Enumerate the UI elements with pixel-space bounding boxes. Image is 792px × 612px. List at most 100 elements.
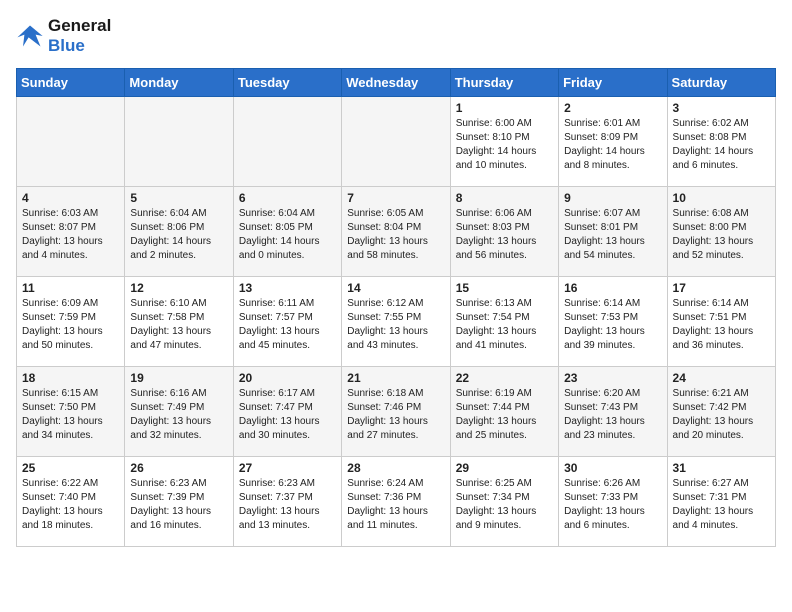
day-info: Sunrise: 6:24 AM Sunset: 7:36 PM Dayligh…	[347, 477, 444, 533]
day-number: 22	[456, 371, 553, 385]
day-info: Sunrise: 6:07 AM Sunset: 8:01 PM Dayligh…	[564, 207, 661, 263]
calendar-cell: 23 Sunrise: 6:20 AM Sunset: 7:43 PM Dayl…	[559, 367, 667, 457]
day-number: 4	[22, 191, 119, 205]
day-info: Sunrise: 6:01 AM Sunset: 8:09 PM Dayligh…	[564, 117, 661, 173]
day-info: Sunrise: 6:25 AM Sunset: 7:34 PM Dayligh…	[456, 477, 553, 533]
calendar-cell: 11 Sunrise: 6:09 AM Sunset: 7:59 PM Dayl…	[17, 277, 125, 367]
calendar-week-row: 25 Sunrise: 6:22 AM Sunset: 7:40 PM Dayl…	[17, 457, 776, 547]
page-header: General Blue	[16, 16, 776, 56]
day-number: 7	[347, 191, 444, 205]
weekday-header-thursday: Thursday	[450, 69, 558, 97]
day-number: 14	[347, 281, 444, 295]
calendar-cell	[342, 97, 450, 187]
day-info: Sunrise: 6:18 AM Sunset: 7:46 PM Dayligh…	[347, 387, 444, 443]
calendar-cell: 22 Sunrise: 6:19 AM Sunset: 7:44 PM Dayl…	[450, 367, 558, 457]
day-info: Sunrise: 6:14 AM Sunset: 7:51 PM Dayligh…	[673, 297, 770, 353]
day-info: Sunrise: 6:09 AM Sunset: 7:59 PM Dayligh…	[22, 297, 119, 353]
calendar-cell: 7 Sunrise: 6:05 AM Sunset: 8:04 PM Dayli…	[342, 187, 450, 277]
calendar-week-row: 18 Sunrise: 6:15 AM Sunset: 7:50 PM Dayl…	[17, 367, 776, 457]
calendar-cell: 1 Sunrise: 6:00 AM Sunset: 8:10 PM Dayli…	[450, 97, 558, 187]
day-number: 15	[456, 281, 553, 295]
logo-text: General Blue	[48, 16, 111, 56]
calendar-cell: 29 Sunrise: 6:25 AM Sunset: 7:34 PM Dayl…	[450, 457, 558, 547]
day-info: Sunrise: 6:14 AM Sunset: 7:53 PM Dayligh…	[564, 297, 661, 353]
weekday-header-wednesday: Wednesday	[342, 69, 450, 97]
day-number: 24	[673, 371, 770, 385]
calendar-cell: 8 Sunrise: 6:06 AM Sunset: 8:03 PM Dayli…	[450, 187, 558, 277]
calendar-cell: 28 Sunrise: 6:24 AM Sunset: 7:36 PM Dayl…	[342, 457, 450, 547]
day-number: 17	[673, 281, 770, 295]
calendar-cell	[233, 97, 341, 187]
logo: General Blue	[16, 16, 111, 56]
day-number: 1	[456, 101, 553, 115]
day-number: 23	[564, 371, 661, 385]
day-number: 18	[22, 371, 119, 385]
day-info: Sunrise: 6:04 AM Sunset: 8:06 PM Dayligh…	[130, 207, 227, 263]
weekday-header-monday: Monday	[125, 69, 233, 97]
calendar-cell: 14 Sunrise: 6:12 AM Sunset: 7:55 PM Dayl…	[342, 277, 450, 367]
weekday-header-sunday: Sunday	[17, 69, 125, 97]
calendar-cell: 9 Sunrise: 6:07 AM Sunset: 8:01 PM Dayli…	[559, 187, 667, 277]
day-info: Sunrise: 6:04 AM Sunset: 8:05 PM Dayligh…	[239, 207, 336, 263]
day-number: 30	[564, 461, 661, 475]
day-info: Sunrise: 6:23 AM Sunset: 7:39 PM Dayligh…	[130, 477, 227, 533]
day-number: 8	[456, 191, 553, 205]
day-info: Sunrise: 6:27 AM Sunset: 7:31 PM Dayligh…	[673, 477, 770, 533]
day-info: Sunrise: 6:10 AM Sunset: 7:58 PM Dayligh…	[130, 297, 227, 353]
day-number: 21	[347, 371, 444, 385]
calendar-cell: 18 Sunrise: 6:15 AM Sunset: 7:50 PM Dayl…	[17, 367, 125, 457]
logo-bird-icon	[16, 22, 44, 50]
calendar-cell: 5 Sunrise: 6:04 AM Sunset: 8:06 PM Dayli…	[125, 187, 233, 277]
day-info: Sunrise: 6:20 AM Sunset: 7:43 PM Dayligh…	[564, 387, 661, 443]
calendar-header-row: SundayMondayTuesdayWednesdayThursdayFrid…	[17, 69, 776, 97]
weekday-header-friday: Friday	[559, 69, 667, 97]
weekday-header-tuesday: Tuesday	[233, 69, 341, 97]
calendar-cell	[17, 97, 125, 187]
day-info: Sunrise: 6:17 AM Sunset: 7:47 PM Dayligh…	[239, 387, 336, 443]
day-info: Sunrise: 6:06 AM Sunset: 8:03 PM Dayligh…	[456, 207, 553, 263]
day-info: Sunrise: 6:05 AM Sunset: 8:04 PM Dayligh…	[347, 207, 444, 263]
calendar-cell: 21 Sunrise: 6:18 AM Sunset: 7:46 PM Dayl…	[342, 367, 450, 457]
day-info: Sunrise: 6:16 AM Sunset: 7:49 PM Dayligh…	[130, 387, 227, 443]
calendar-cell: 27 Sunrise: 6:23 AM Sunset: 7:37 PM Dayl…	[233, 457, 341, 547]
day-info: Sunrise: 6:12 AM Sunset: 7:55 PM Dayligh…	[347, 297, 444, 353]
calendar-cell: 10 Sunrise: 6:08 AM Sunset: 8:00 PM Dayl…	[667, 187, 775, 277]
day-number: 10	[673, 191, 770, 205]
day-info: Sunrise: 6:19 AM Sunset: 7:44 PM Dayligh…	[456, 387, 553, 443]
calendar-cell: 25 Sunrise: 6:22 AM Sunset: 7:40 PM Dayl…	[17, 457, 125, 547]
day-number: 2	[564, 101, 661, 115]
calendar-cell: 31 Sunrise: 6:27 AM Sunset: 7:31 PM Dayl…	[667, 457, 775, 547]
day-number: 27	[239, 461, 336, 475]
calendar-cell: 30 Sunrise: 6:26 AM Sunset: 7:33 PM Dayl…	[559, 457, 667, 547]
day-info: Sunrise: 6:21 AM Sunset: 7:42 PM Dayligh…	[673, 387, 770, 443]
calendar-table: SundayMondayTuesdayWednesdayThursdayFrid…	[16, 68, 776, 547]
day-number: 26	[130, 461, 227, 475]
day-number: 13	[239, 281, 336, 295]
weekday-header-saturday: Saturday	[667, 69, 775, 97]
calendar-cell: 2 Sunrise: 6:01 AM Sunset: 8:09 PM Dayli…	[559, 97, 667, 187]
day-number: 9	[564, 191, 661, 205]
day-number: 20	[239, 371, 336, 385]
calendar-cell: 15 Sunrise: 6:13 AM Sunset: 7:54 PM Dayl…	[450, 277, 558, 367]
day-info: Sunrise: 6:00 AM Sunset: 8:10 PM Dayligh…	[456, 117, 553, 173]
day-info: Sunrise: 6:15 AM Sunset: 7:50 PM Dayligh…	[22, 387, 119, 443]
calendar-cell: 3 Sunrise: 6:02 AM Sunset: 8:08 PM Dayli…	[667, 97, 775, 187]
day-number: 25	[22, 461, 119, 475]
calendar-cell: 13 Sunrise: 6:11 AM Sunset: 7:57 PM Dayl…	[233, 277, 341, 367]
day-info: Sunrise: 6:26 AM Sunset: 7:33 PM Dayligh…	[564, 477, 661, 533]
day-info: Sunrise: 6:22 AM Sunset: 7:40 PM Dayligh…	[22, 477, 119, 533]
calendar-cell: 6 Sunrise: 6:04 AM Sunset: 8:05 PM Dayli…	[233, 187, 341, 277]
day-number: 19	[130, 371, 227, 385]
calendar-week-row: 1 Sunrise: 6:00 AM Sunset: 8:10 PM Dayli…	[17, 97, 776, 187]
calendar-cell: 17 Sunrise: 6:14 AM Sunset: 7:51 PM Dayl…	[667, 277, 775, 367]
day-number: 28	[347, 461, 444, 475]
calendar-week-row: 11 Sunrise: 6:09 AM Sunset: 7:59 PM Dayl…	[17, 277, 776, 367]
day-number: 31	[673, 461, 770, 475]
day-info: Sunrise: 6:08 AM Sunset: 8:00 PM Dayligh…	[673, 207, 770, 263]
day-info: Sunrise: 6:23 AM Sunset: 7:37 PM Dayligh…	[239, 477, 336, 533]
calendar-cell: 19 Sunrise: 6:16 AM Sunset: 7:49 PM Dayl…	[125, 367, 233, 457]
calendar-cell: 24 Sunrise: 6:21 AM Sunset: 7:42 PM Dayl…	[667, 367, 775, 457]
day-number: 11	[22, 281, 119, 295]
calendar-cell: 12 Sunrise: 6:10 AM Sunset: 7:58 PM Dayl…	[125, 277, 233, 367]
day-number: 12	[130, 281, 227, 295]
